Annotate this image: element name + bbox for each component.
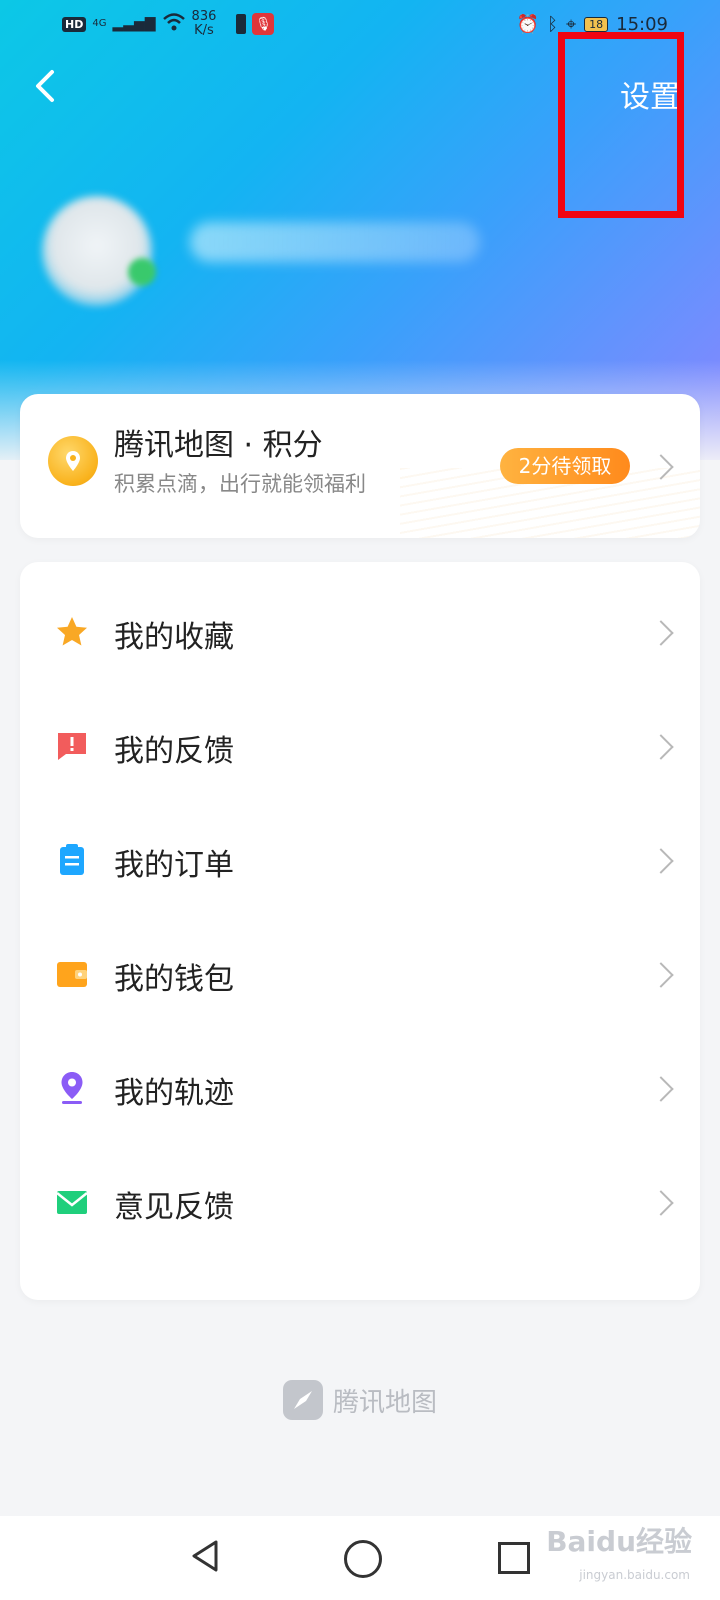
menu-item-label: 我的轨迹 bbox=[114, 1076, 234, 1111]
claim-points-badge[interactable]: 2分待领取 bbox=[500, 448, 630, 484]
username[interactable] bbox=[190, 222, 480, 262]
hd-badge: HD bbox=[62, 16, 87, 32]
chevron-right-icon bbox=[648, 848, 674, 874]
menu-item-orders[interactable]: 我的订单 bbox=[20, 802, 700, 918]
chevron-right-icon bbox=[648, 620, 674, 646]
menu-item-label: 我的订单 bbox=[114, 848, 234, 883]
nav-home-button[interactable] bbox=[344, 1540, 382, 1578]
battery-level: 18 bbox=[584, 17, 609, 32]
watermark-url: jingyan.baidu.com bbox=[579, 1568, 690, 1582]
location-pin-icon bbox=[54, 1070, 90, 1106]
battery-saver-icon bbox=[236, 14, 247, 34]
avatar-badge bbox=[128, 258, 156, 286]
menu-item-suggestions[interactable]: 意见反馈 bbox=[20, 1144, 700, 1260]
brand-footer: 腾讯地图 bbox=[0, 1380, 720, 1420]
menu-item-favorites[interactable]: 我的收藏 bbox=[20, 574, 700, 690]
chevron-right-icon bbox=[648, 962, 674, 988]
chevron-left-icon bbox=[36, 70, 54, 102]
menu-item-label: 我的钱包 bbox=[114, 962, 234, 997]
signal-icon: ▂▃▅▇ bbox=[112, 16, 156, 32]
menu-item-label: 意见反馈 bbox=[114, 1190, 234, 1225]
compass-logo-icon bbox=[282, 1380, 323, 1420]
chevron-right-icon bbox=[648, 734, 674, 760]
nav-back-button[interactable] bbox=[190, 1538, 220, 1578]
points-subtitle: 积累点滴，出行就能领福利 bbox=[114, 472, 366, 496]
chevron-right-icon bbox=[648, 1076, 674, 1102]
clipboard-icon bbox=[54, 842, 90, 878]
mail-icon bbox=[54, 1184, 90, 1220]
points-card[interactable]: 腾讯地图 · 积分 积累点滴，出行就能领福利 2分待领取 bbox=[20, 394, 700, 538]
watermark: Baidu经验 bbox=[546, 1525, 692, 1558]
network-type: 4G bbox=[92, 18, 107, 29]
nav-recents-button[interactable] bbox=[498, 1542, 530, 1574]
avatar[interactable] bbox=[42, 196, 152, 306]
network-speed: 836 K/s bbox=[191, 9, 217, 38]
wallet-icon bbox=[54, 956, 90, 992]
menu-item-label: 我的反馈 bbox=[114, 734, 234, 769]
menu-item-track[interactable]: 我的轨迹 bbox=[20, 1030, 700, 1146]
points-title: 腾讯地图 · 积分 bbox=[114, 428, 323, 463]
bluetooth-icon: ᛒ bbox=[547, 14, 558, 35]
brand-name: 腾讯地图 bbox=[332, 1387, 437, 1418]
star-icon bbox=[54, 614, 90, 650]
chevron-right-icon bbox=[648, 1190, 674, 1216]
location-coin-icon bbox=[48, 436, 98, 486]
wifi-icon bbox=[162, 12, 186, 36]
menu-card: 我的收藏 我的反馈 我的订单 我的钱包 我的轨迹 意见反馈 bbox=[20, 562, 700, 1300]
microphone-icon: 🎙 bbox=[252, 13, 275, 35]
alarm-icon: ⏰ bbox=[516, 14, 540, 35]
feedback-icon bbox=[54, 728, 90, 764]
back-button[interactable] bbox=[30, 66, 70, 106]
menu-item-my-feedback[interactable]: 我的反馈 bbox=[20, 688, 700, 804]
menu-item-label: 我的收藏 bbox=[114, 620, 234, 655]
menu-item-wallet[interactable]: 我的钱包 bbox=[20, 916, 700, 1032]
highlight-box bbox=[558, 32, 684, 218]
